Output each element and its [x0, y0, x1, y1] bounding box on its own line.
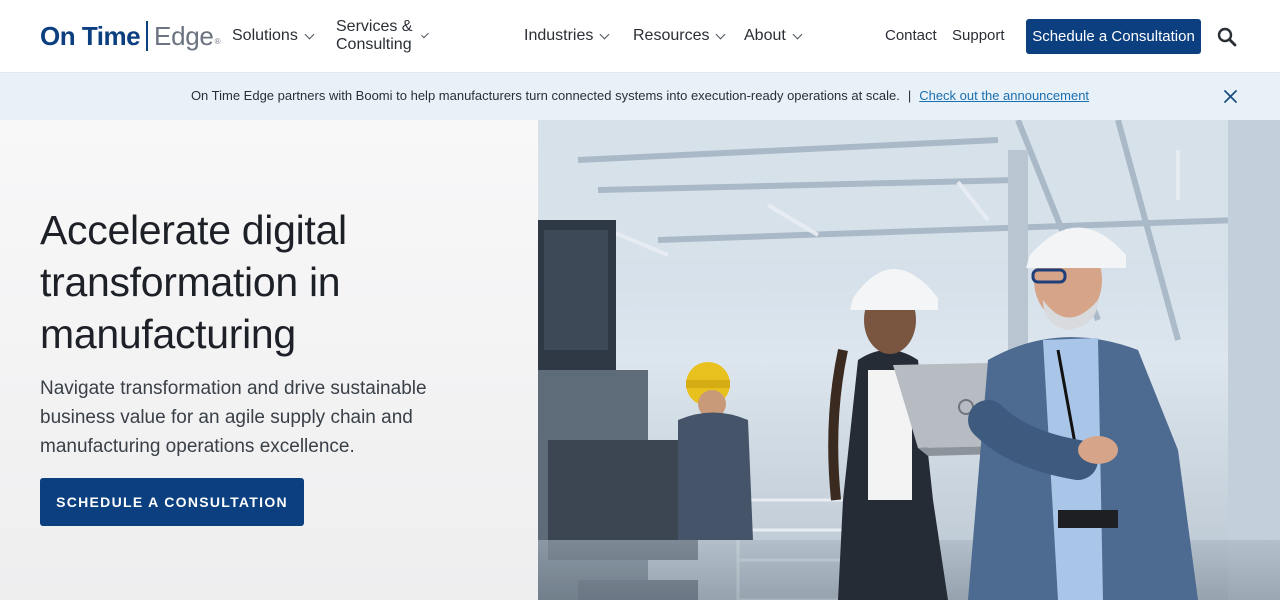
announcement-separator: |	[907, 88, 912, 103]
nav-item-industries[interactable]: Industries	[524, 24, 610, 48]
chevron-down-icon	[599, 29, 610, 39]
chevron-down-icon	[304, 29, 315, 39]
close-icon[interactable]	[1222, 88, 1239, 105]
nav-item-label: About	[744, 27, 786, 44]
hero-text-panel: Accelerate digital transformation in man…	[0, 120, 538, 600]
hero-title: Accelerate digital transformation in man…	[40, 207, 347, 357]
schedule-consultation-button[interactable]: Schedule a Consultation	[1026, 19, 1201, 54]
site-header: On Time Edge ® Solutions Services & Cons…	[0, 0, 1280, 73]
nav-item-label: Services & Consulting	[336, 18, 413, 53]
announcement-text: On Time Edge partners with Boomi to help…	[190, 88, 900, 103]
nav-item-about[interactable]: About	[744, 24, 803, 48]
nav-item-label: Industries	[524, 27, 594, 44]
nav-item-services-consulting[interactable]: Services & Consulting	[336, 18, 429, 53]
hero-subtitle: Navigate transformation and drive sustai…	[40, 378, 427, 457]
chevron-down-icon	[420, 30, 429, 38]
chevron-down-icon	[792, 29, 803, 39]
announcement-message: On Time Edge partners with Boomi to help…	[0, 88, 1280, 103]
logo-divider	[146, 21, 149, 51]
site-logo[interactable]: On Time Edge ®	[40, 20, 220, 52]
hero-image	[538, 120, 1280, 600]
chevron-down-icon	[716, 29, 726, 39]
nav-item-solutions[interactable]: Solutions	[232, 24, 315, 48]
announcement-link[interactable]: Check out the announcement	[919, 88, 1089, 103]
contact-link[interactable]: Contact	[885, 27, 937, 44]
nav-item-label: Solutions	[232, 27, 298, 44]
logo-registered-mark: ®	[214, 37, 221, 46]
hero-schedule-consultation-button[interactable]: SCHEDULE A CONSULTATION	[40, 478, 304, 526]
support-link[interactable]: Support	[952, 27, 1005, 44]
logo-wordmark-on-time: On Time	[40, 20, 141, 51]
search-icon[interactable]	[1216, 26, 1238, 48]
logo-wordmark-edge: Edge	[154, 20, 214, 51]
nav-item-resources[interactable]: Resources	[633, 24, 726, 48]
announcement-bar: On Time Edge partners with Boomi to help…	[0, 73, 1280, 120]
nav-item-label: Resources	[633, 27, 710, 44]
